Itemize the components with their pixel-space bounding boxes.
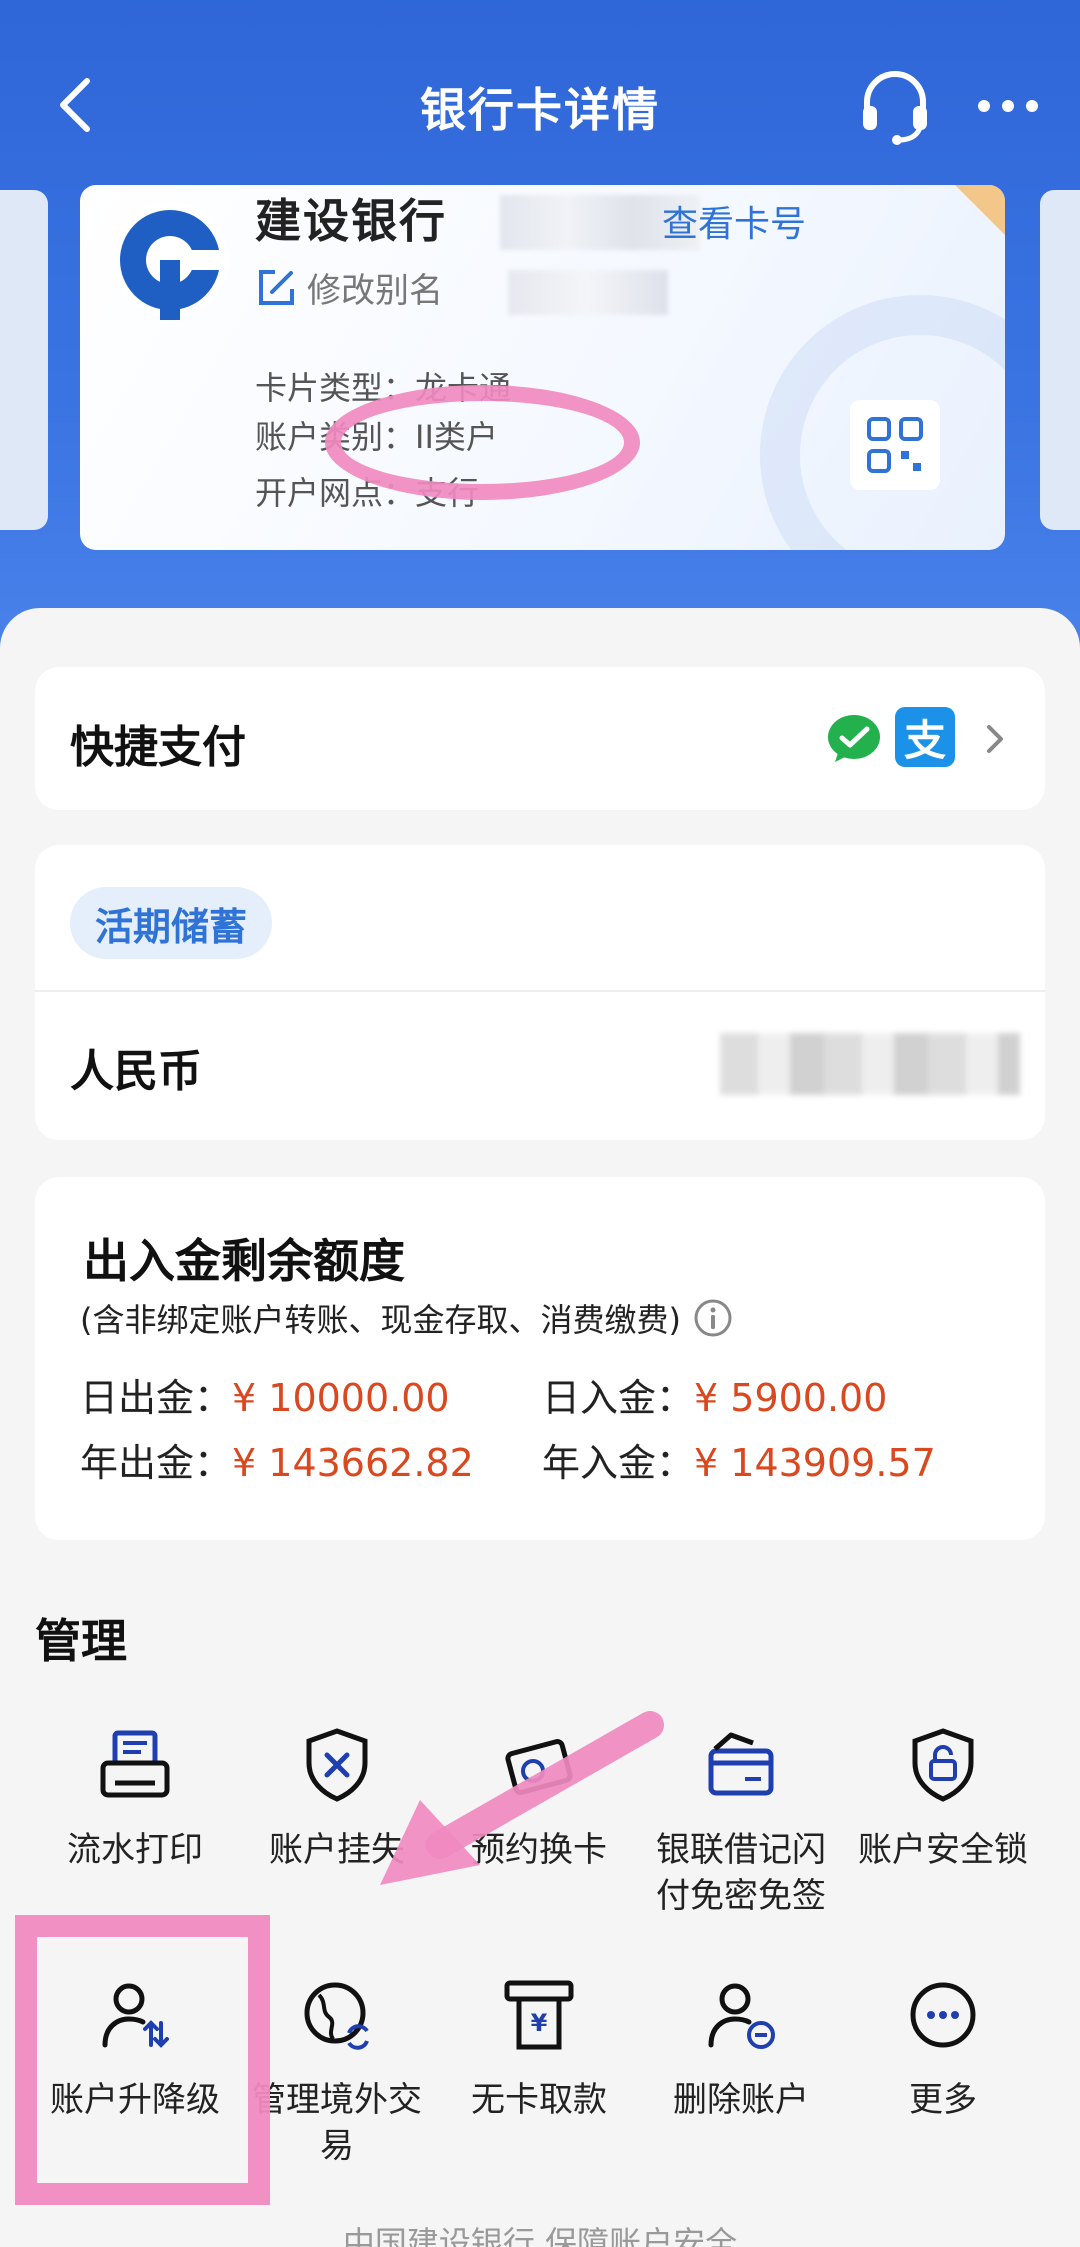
atm-yuan-icon: ¥ bbox=[504, 1980, 574, 2050]
daily-out-row: 日出金：¥ 10000.00 bbox=[80, 1367, 450, 1422]
qr-code-icon bbox=[867, 417, 923, 473]
quick-pay-row[interactable]: 快捷支付 支 bbox=[35, 667, 1045, 810]
globe-sync-icon bbox=[304, 1982, 369, 2050]
more-circle-icon bbox=[910, 1982, 976, 2048]
yearly-out-label: 年出金： bbox=[80, 1441, 233, 1485]
daily-out-label: 日出金： bbox=[80, 1376, 233, 1420]
more-services-label: 更多 bbox=[909, 2080, 977, 2120]
masked-balance bbox=[720, 1033, 1020, 1095]
delete-account-label: 删除账户 bbox=[673, 2080, 809, 2120]
headset-icon bbox=[863, 71, 927, 145]
annotation-rectangle bbox=[15, 1915, 270, 2205]
annotation-arrow bbox=[380, 1711, 664, 1885]
manage-overseas-transactions-label: 管理境外交易 bbox=[252, 2080, 422, 2166]
yearly-in-value: ¥ 143909.57 bbox=[694, 1441, 936, 1485]
daily-out-value: ¥ 10000.00 bbox=[232, 1376, 450, 1420]
card-corner-ribbon bbox=[945, 185, 1005, 245]
shield-lock-icon bbox=[912, 1728, 974, 1802]
demand-savings-badge: 活期储蓄 bbox=[70, 887, 273, 959]
yearly-out-value: ¥ 143662.82 bbox=[232, 1441, 474, 1485]
quota-subtitle: (含非绑定账户转账、现金存取、消费缴费) bbox=[80, 1301, 681, 1339]
yearly-in-row: 年入金：¥ 143909.57 bbox=[542, 1432, 936, 1487]
yearly-out-row: 年出金：¥ 143662.82 bbox=[80, 1432, 474, 1487]
user-remove-icon bbox=[708, 1983, 775, 2049]
annotation-ellipse bbox=[325, 385, 640, 500]
svg-text:¥: ¥ bbox=[531, 2009, 548, 2037]
divider bbox=[35, 990, 1045, 992]
previous-card-peek[interactable] bbox=[0, 190, 48, 530]
cardless-withdrawal-button[interactable]: ¥ 无卡取款 bbox=[438, 1975, 640, 2123]
printer-icon bbox=[100, 1730, 170, 1798]
statement-print-button[interactable]: 流水打印 bbox=[34, 1725, 236, 1873]
customer-service-button[interactable] bbox=[855, 66, 935, 146]
view-card-number-link[interactable]: 查看卡号 bbox=[662, 195, 806, 247]
masked-alias bbox=[508, 270, 668, 315]
edit-alias-button[interactable]: 修改别名 bbox=[255, 263, 443, 312]
cardless-withdrawal-label: 无卡取款 bbox=[471, 2080, 607, 2120]
manage-section-title: 管理 bbox=[35, 1614, 127, 1668]
daily-in-label: 日入金： bbox=[542, 1376, 695, 1420]
alipay-icon: 支 bbox=[895, 707, 955, 767]
daily-in-row: 日入金：¥ 5900.00 bbox=[542, 1367, 887, 1422]
more-services-button[interactable]: 更多 bbox=[842, 1975, 1044, 2123]
quota-subtitle-row: (含非绑定账户转账、现金存取、消费缴费) bbox=[80, 1295, 733, 1341]
more-options-button[interactable] bbox=[968, 66, 1048, 146]
savings-account-panel: 活期储蓄 人民币 bbox=[35, 845, 1045, 1140]
next-card-peek[interactable] bbox=[1040, 190, 1080, 530]
edit-alias-label: 修改别名 bbox=[307, 271, 443, 311]
wechat-pay-icon bbox=[828, 715, 880, 762]
chevron-right-icon bbox=[987, 725, 1003, 753]
header: 银行卡详情 bbox=[0, 40, 1080, 170]
ccb-logo-icon bbox=[112, 202, 230, 320]
delete-account-button[interactable]: 删除账户 bbox=[640, 1975, 842, 2123]
quick-pay-label: 快捷支付 bbox=[70, 722, 246, 773]
currency-label: 人民币 bbox=[70, 1046, 202, 1097]
card-contactless-icon bbox=[708, 1732, 774, 1796]
account-security-lock-label: 账户安全锁 bbox=[858, 1830, 1028, 1870]
footer-text: 中国建设银行 保障账户安全 bbox=[342, 2224, 738, 2247]
quota-title: 出入金剩余额度 bbox=[83, 1234, 405, 1288]
bank-name: 建设银行 bbox=[255, 194, 447, 248]
quota-panel: 出入金剩余额度 (含非绑定账户转账、现金存取、消费缴费) 日出金：¥ 10000… bbox=[35, 1177, 1045, 1540]
more-dots-icon bbox=[978, 100, 1038, 112]
account-security-lock-button[interactable]: 账户安全锁 bbox=[842, 1725, 1044, 1873]
info-icon[interactable] bbox=[693, 1298, 733, 1338]
edit-icon bbox=[259, 269, 294, 305]
daily-in-value: ¥ 5900.00 bbox=[694, 1376, 888, 1420]
yearly-in-label: 年入金： bbox=[542, 1441, 695, 1485]
statement-print-label: 流水打印 bbox=[67, 1830, 203, 1870]
qr-code-button[interactable] bbox=[850, 400, 940, 490]
